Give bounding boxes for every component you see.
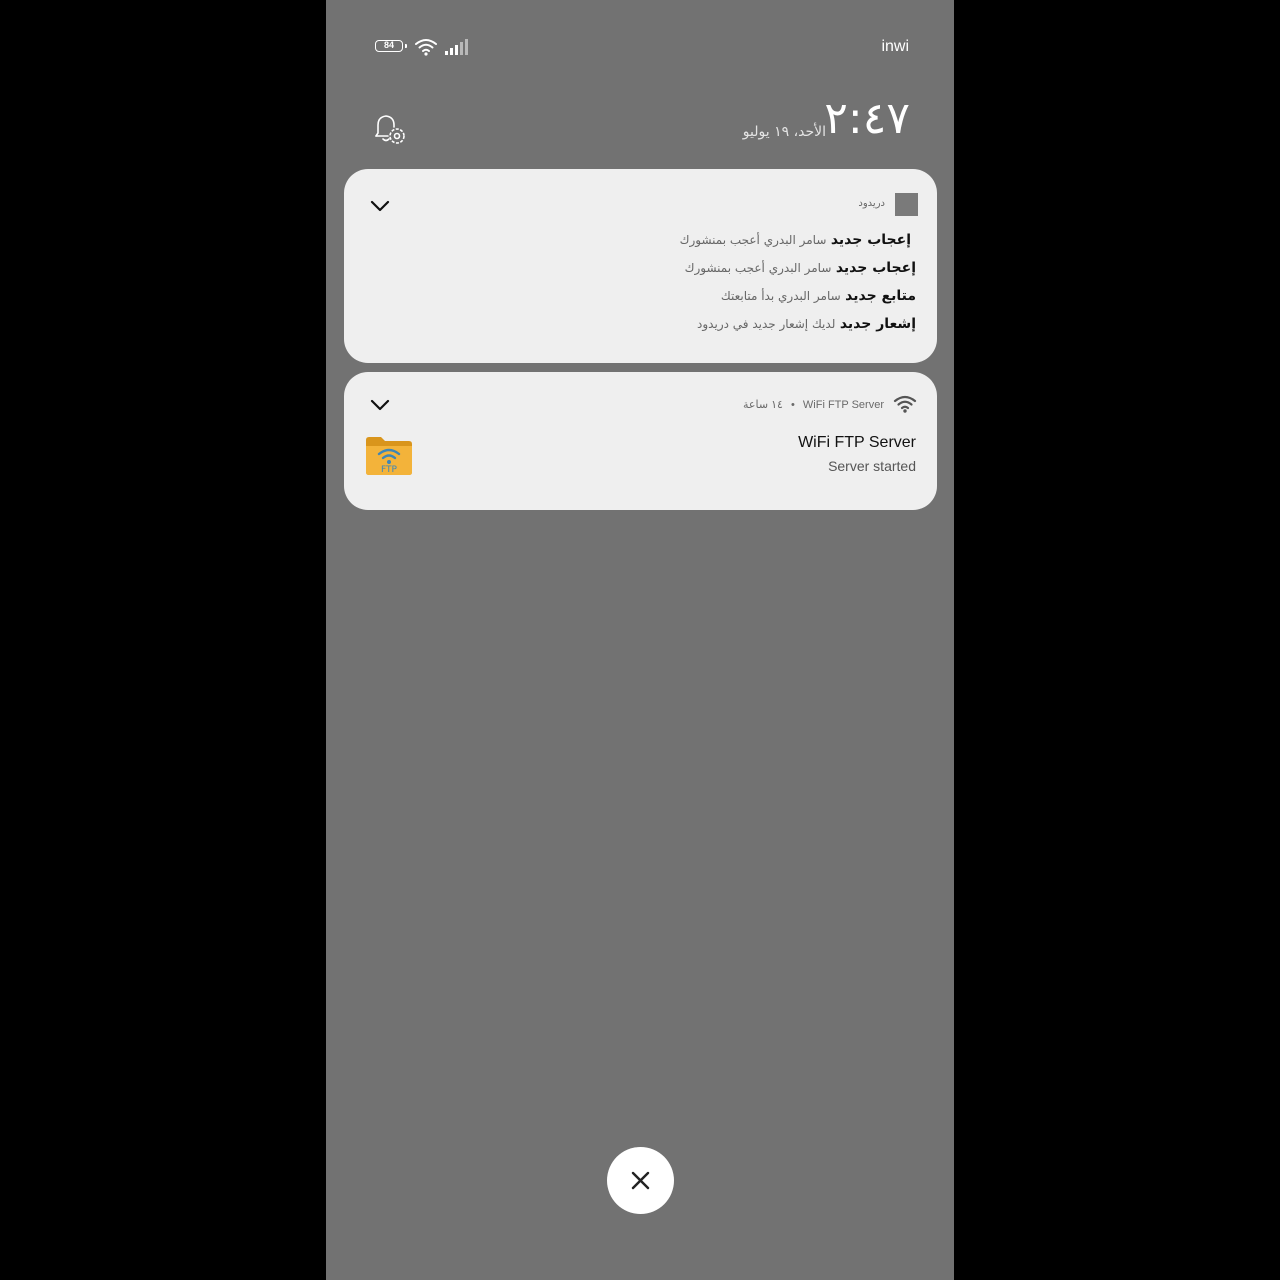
notification-title: WiFi FTP Server <box>798 434 916 451</box>
dismiss-all-button[interactable] <box>607 1147 674 1214</box>
notification-subtitle: Server started <box>828 458 916 474</box>
wifi-icon <box>415 39 437 56</box>
notification-line-title: إشعار جديد <box>839 316 916 332</box>
notification-line-body: سامر البدري بدأ متابعتك <box>720 289 841 303</box>
notification-line: إشعار جديد لديك إشعار جديد في دريدود <box>697 316 916 332</box>
notification-line-title: إعجاب جديد <box>830 232 911 248</box>
notification-line: إعجاب جديد سامر البدري أعجب بمنشورك <box>680 232 911 248</box>
notification-card-ftp[interactable]: ١٤ ساعة • WiFi FTP Server FTP WiFi FTP S… <box>344 372 937 510</box>
notification-line: متابع جديد سامر البدري بدأ متابعتك <box>721 288 916 304</box>
notification-line-body: سامر البدري أعجب بمنشورك <box>679 233 827 247</box>
notification-line-title: إعجاب جديد <box>835 260 916 276</box>
cell-signal-icon <box>445 39 468 55</box>
app-square-icon <box>895 193 918 216</box>
svg-text:FTP: FTP <box>381 465 398 475</box>
notification-time-ago: ١٤ ساعة <box>743 399 783 411</box>
notification-app-name: دريدود <box>858 198 885 209</box>
carrier-name: inwi <box>881 38 909 55</box>
clock-time: ٢:٤٧ <box>824 93 910 144</box>
notification-meta: ١٤ ساعة • WiFi FTP Server <box>743 398 884 411</box>
battery-icon: 84 <box>375 40 407 52</box>
notification-card-app[interactable]: دريدود إعجاب جديد سامر البدري أعجب بمنشو… <box>344 169 937 363</box>
meta-separator: • <box>791 399 795 411</box>
battery-level: 84 <box>383 40 394 50</box>
bell-settings-icon[interactable] <box>370 112 408 148</box>
chevron-down-icon[interactable] <box>370 398 390 412</box>
notification-shade: 84 inwi ٢:٤٧ الأحد، ١٩ يوليو دريدود إعجا… <box>326 0 954 1280</box>
clock-date: الأحد، ١٩ يوليو <box>742 124 826 140</box>
notification-line-body: سامر البدري أعجب بمنشورك <box>684 261 832 275</box>
notification-app-name: WiFi FTP Server <box>802 399 884 411</box>
notification-line-body: لديك إشعار جديد في دريدود <box>697 317 836 331</box>
wifi-icon <box>893 395 917 413</box>
notification-line: إعجاب جديد سامر البدري أعجب بمنشورك <box>685 260 916 276</box>
chevron-down-icon[interactable] <box>370 199 390 213</box>
status-bar: 84 inwi <box>326 30 954 64</box>
notification-line-title: متابع جديد <box>845 288 916 304</box>
close-icon <box>631 1171 650 1190</box>
ftp-folder-icon: FTP <box>366 437 412 475</box>
